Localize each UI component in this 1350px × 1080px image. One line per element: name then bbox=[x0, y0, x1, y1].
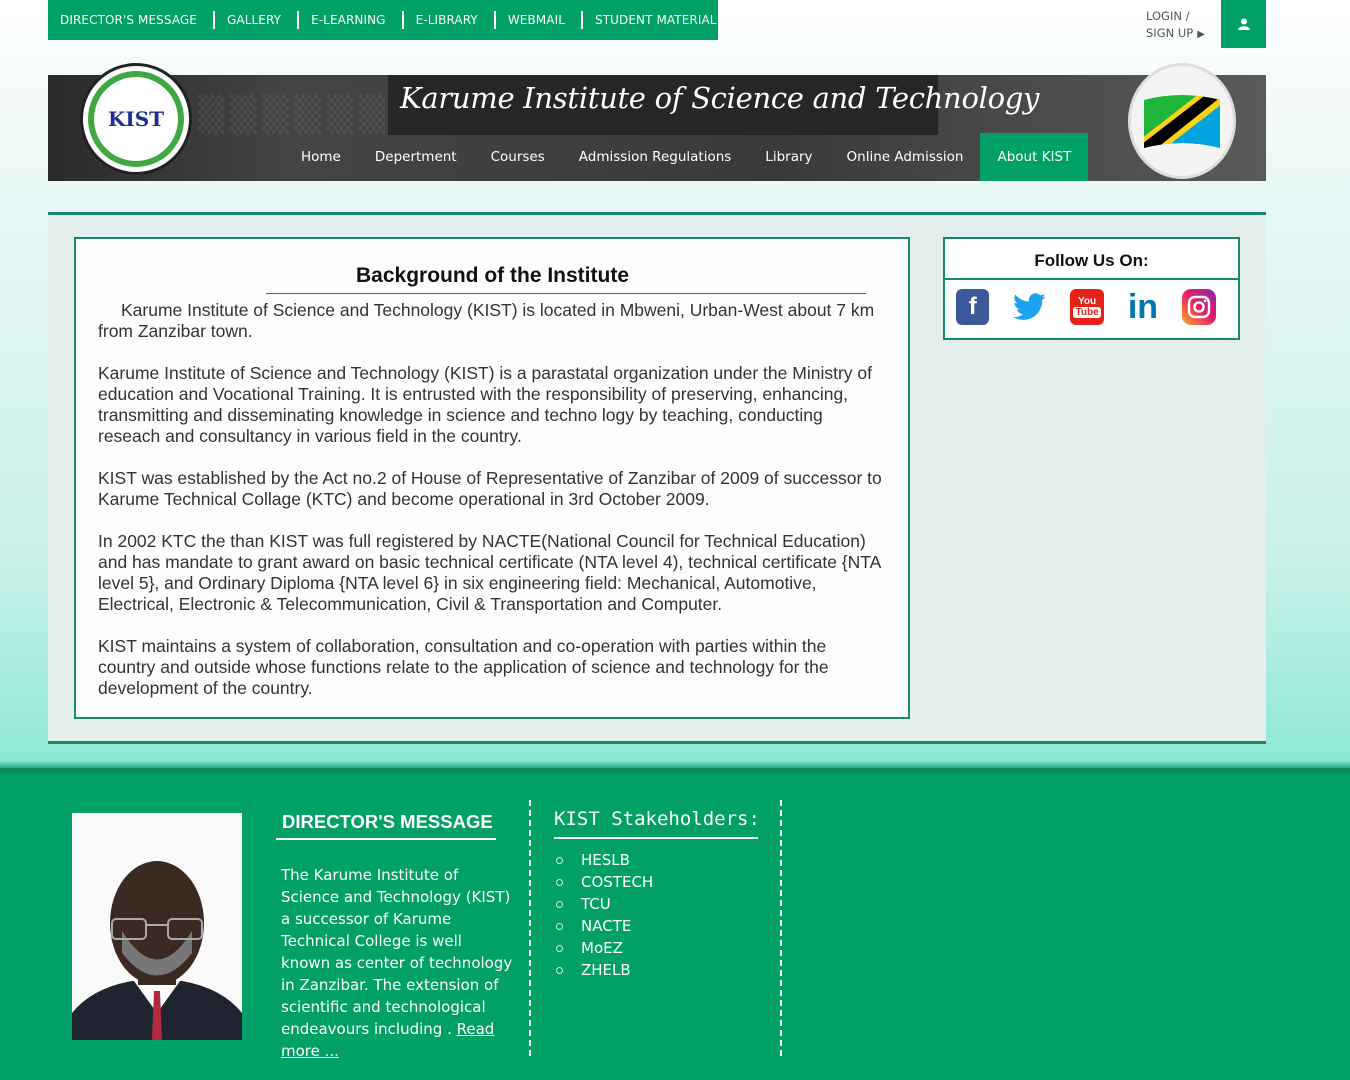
stakeholders-underline bbox=[554, 837, 758, 839]
circle-bullet-icon bbox=[556, 944, 563, 952]
nav-library[interactable]: Library bbox=[748, 133, 829, 181]
follow-us-title: Follow Us On: bbox=[945, 239, 1238, 280]
topbar-link-webmail[interactable]: WEBMAIL bbox=[496, 11, 584, 29]
stakeholder-label: MoEZ bbox=[581, 939, 623, 957]
article-heading: Background of the Institute bbox=[356, 264, 629, 287]
article-paragraph: Karume Institute of Science and Technolo… bbox=[98, 300, 875, 341]
tanzania-flag-emblem bbox=[1128, 63, 1236, 179]
topbar-link-student-material[interactable]: STUDENT MATERIAL bbox=[583, 13, 735, 27]
login-signup-link[interactable]: LOGIN / SIGN UP ▶ bbox=[1146, 8, 1205, 43]
nav-about-kist[interactable]: About KIST bbox=[980, 133, 1089, 181]
kist-logo[interactable]: KIST bbox=[80, 63, 192, 175]
youtube-icon[interactable]: You Tube bbox=[1070, 289, 1104, 325]
directors-message-excerpt: The Karume Institute of Science and Tech… bbox=[281, 866, 513, 1038]
top-utility-bar: DIRECTOR'S MESSAGE GALLERY E-LEARNING E-… bbox=[48, 0, 718, 40]
header-banner: ▒▒▒▒▒▒ Karume Institute of Science and T… bbox=[48, 75, 1266, 181]
linkedin-icon[interactable]: in bbox=[1126, 288, 1159, 326]
directors-message-underline bbox=[276, 838, 496, 840]
stakeholder-item-moez[interactable]: MoEZ bbox=[554, 937, 653, 959]
nav-home[interactable]: Home bbox=[284, 133, 358, 181]
social-icons: f You Tube in bbox=[945, 280, 1238, 326]
circle-bullet-icon bbox=[556, 900, 563, 908]
nav-online-admission[interactable]: Online Admission bbox=[830, 133, 981, 181]
stakeholder-item-zhelb[interactable]: ZHELB bbox=[554, 959, 653, 981]
nav-courses[interactable]: Courses bbox=[474, 133, 562, 181]
article-paragraph: KIST was established by the Act no.2 of … bbox=[98, 468, 882, 509]
stakeholders-title: KIST Stakeholders: bbox=[554, 808, 760, 830]
institute-title: Karume Institute of Science and Technolo… bbox=[400, 81, 1040, 115]
signup-label: SIGN UP bbox=[1146, 26, 1194, 40]
article-body: Karume Institute of Science and Technolo… bbox=[98, 300, 888, 720]
stakeholder-item-costech[interactable]: COSTECH bbox=[554, 871, 653, 893]
footer-divider bbox=[780, 800, 782, 1056]
topbar-link-e-learning[interactable]: E-LEARNING bbox=[299, 11, 404, 29]
login-label: LOGIN / bbox=[1146, 9, 1190, 23]
topbar-link-e-library[interactable]: E-LIBRARY bbox=[404, 11, 497, 29]
tanzania-flag-icon bbox=[1144, 95, 1220, 148]
stakeholder-label: HESLB bbox=[581, 851, 630, 869]
stakeholder-item-heslb[interactable]: HESLB bbox=[554, 849, 653, 871]
stakeholder-label: TCU bbox=[581, 895, 611, 913]
directors-message-title: DIRECTOR'S MESSAGE bbox=[282, 811, 493, 832]
instagram-icon[interactable] bbox=[1182, 289, 1216, 325]
kist-logo-emblem: KIST bbox=[88, 71, 184, 167]
stakeholder-label: ZHELB bbox=[581, 961, 631, 979]
circle-bullet-icon bbox=[556, 922, 563, 930]
stakeholders-list: HESLB COSTECH TCU NACTE MoEZ ZHELB bbox=[554, 849, 653, 981]
footer-divider bbox=[529, 800, 531, 1056]
article-paragraph: In 2002 KTC the than KIST was full regis… bbox=[98, 531, 881, 614]
play-arrow-icon: ▶ bbox=[1197, 29, 1205, 40]
twitter-icon[interactable] bbox=[1012, 289, 1048, 325]
facebook-icon[interactable]: f bbox=[956, 289, 990, 325]
main-navigation: Home Depertment Courses Admission Regula… bbox=[284, 133, 1089, 181]
article-paragraph: KIST maintains a system of collaboration… bbox=[98, 636, 829, 698]
topbar-link-gallery[interactable]: GALLERY bbox=[215, 11, 300, 29]
stakeholder-item-tcu[interactable]: TCU bbox=[554, 893, 653, 915]
article-paragraph: Karume Institute of Science and Technolo… bbox=[98, 363, 872, 446]
stakeholder-label: NACTE bbox=[581, 917, 632, 935]
follow-us-box: Follow Us On: f You Tube in bbox=[943, 237, 1240, 340]
nav-department[interactable]: Depertment bbox=[358, 133, 474, 181]
directors-message-text: The Karume Institute of Science and Tech… bbox=[281, 864, 513, 1062]
topbar-link-directors-message[interactable]: DIRECTOR'S MESSAGE bbox=[48, 11, 215, 29]
background-article: Background of the Institute Karume Insti… bbox=[74, 237, 910, 719]
circle-bullet-icon bbox=[556, 966, 563, 974]
stakeholder-item-nacte[interactable]: NACTE bbox=[554, 915, 653, 937]
nav-admission-regulations[interactable]: Admission Regulations bbox=[562, 133, 749, 181]
heading-underline bbox=[266, 293, 866, 294]
director-photo bbox=[72, 813, 242, 1040]
banner-background-texture: ▒▒▒▒▒▒ bbox=[198, 95, 391, 135]
stakeholder-label: COSTECH bbox=[581, 873, 654, 891]
circle-bullet-icon bbox=[556, 878, 563, 886]
user-icon bbox=[1237, 18, 1250, 30]
user-account-button[interactable] bbox=[1221, 0, 1266, 48]
circle-bullet-icon bbox=[556, 856, 563, 864]
